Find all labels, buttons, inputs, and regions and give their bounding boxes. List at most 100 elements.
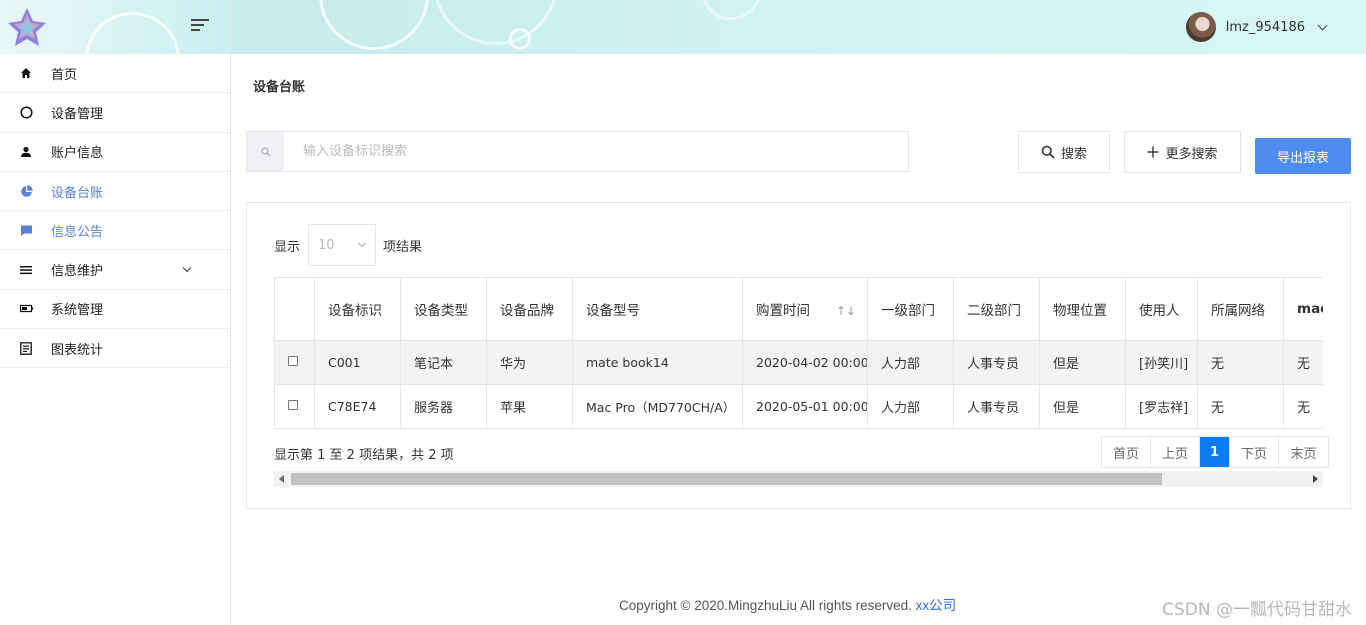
table-cell: 2020-05-01 00:00: [742, 384, 868, 429]
table-cell: 人力部: [867, 384, 954, 429]
column-header[interactable]: 使用人: [1125, 277, 1198, 341]
sidebar-item-label: 账户信息: [51, 146, 104, 162]
pager-next-button[interactable]: 下页: [1230, 437, 1279, 467]
top-header: lmz_954186: [231, 0, 1366, 54]
chevron-down-icon: [182, 264, 192, 273]
row-select-cell: [274, 340, 315, 385]
table-cell: 人事专员: [953, 340, 1040, 385]
circle-icon: [19, 105, 33, 119]
table-cell: 人事专员: [953, 384, 1040, 429]
pagination: 首页 上页 1 下页 末页: [1101, 436, 1329, 468]
avatar[interactable]: [1185, 12, 1216, 42]
search-button-label: 搜索: [1060, 146, 1087, 162]
table-cell: C001: [314, 340, 401, 385]
scroll-right-arrow-icon[interactable]: [1313, 475, 1318, 483]
pager-current-page[interactable]: 1: [1200, 437, 1230, 467]
table-cell: 2020-04-02 00:00: [742, 340, 868, 385]
pager-prev-button[interactable]: 上页: [1151, 437, 1200, 467]
table-row[interactable]: C001 笔记本 华为 mate book14 2020-04-02 00:00…: [274, 340, 1323, 385]
pager-first-button[interactable]: 首页: [1102, 437, 1151, 467]
search-icon: [1041, 145, 1055, 159]
table-cell: 无: [1283, 340, 1323, 385]
device-table: 设备标识 设备类型 设备品牌 设备型号 购置时间 ↑↓ 一级部门 二级部门 物理位…: [274, 277, 1323, 429]
table-cell: C78E74: [314, 384, 401, 429]
column-header[interactable]: 二级部门: [953, 277, 1040, 341]
page-length-control: 显示 10 项结果: [274, 224, 422, 266]
username: lmz_954186: [1225, 19, 1305, 35]
sidebar-item-label: 信息公告: [51, 224, 104, 240]
column-header-purchase-time[interactable]: 购置时间 ↑↓: [742, 277, 868, 341]
sidebar-item-label: 图表统计: [51, 342, 104, 358]
decor-circle: [701, 0, 761, 20]
column-header[interactable]: 物理位置: [1039, 277, 1126, 341]
column-header[interactable]: 设备品牌: [486, 277, 573, 341]
page-length-value: 10: [318, 237, 335, 253]
decor-circle: [319, 0, 429, 50]
page-title: 设备台账: [253, 80, 306, 95]
column-header-select: [274, 277, 315, 341]
sidebar-item-device-ledger[interactable]: 设备台账: [0, 172, 230, 212]
sidebar-item-label: 首页: [51, 67, 78, 83]
search-input[interactable]: [284, 132, 908, 171]
decor-circle: [85, 12, 180, 54]
battery-icon: [19, 302, 33, 316]
scrollbar-thumb[interactable]: [291, 473, 1162, 485]
column-header[interactable]: 设备类型: [400, 277, 487, 341]
pager-last-button[interactable]: 末页: [1279, 437, 1328, 467]
sidebar-item-label: 系统管理: [51, 303, 104, 319]
sidebar-item-home[interactable]: 首页: [0, 54, 230, 94]
sidebar-item-notice[interactable]: 信息公告: [0, 211, 230, 251]
logo-icon[interactable]: [6, 6, 48, 48]
search-button[interactable]: 搜索: [1018, 131, 1110, 173]
column-header[interactable]: 所属网络: [1197, 277, 1284, 341]
table-cell: Mac Pro（MD770CH/A）: [572, 384, 743, 429]
table-cell: [孙笑川]: [1125, 340, 1198, 385]
sidebar-item-info-maintenance[interactable]: 信息维护: [0, 250, 230, 290]
company-link[interactable]: xx公司: [916, 598, 957, 613]
column-header[interactable]: 设备标识: [314, 277, 401, 341]
row-checkbox[interactable]: [288, 400, 298, 410]
table-row[interactable]: C78E74 服务器 苹果 Mac Pro（MD770CH/A） 2020-05…: [274, 384, 1323, 429]
column-header[interactable]: 设备型号: [572, 277, 743, 341]
sidebar-item-label: 设备台账: [51, 185, 104, 201]
more-search-button-label: 更多搜索: [1165, 146, 1218, 162]
sidebar-item-label: 设备管理: [51, 106, 104, 122]
table-cell: 但是: [1039, 340, 1126, 385]
sidebar-item-account-info[interactable]: 账户信息: [0, 133, 230, 172]
table-header-row: 设备标识 设备类型 设备品牌 设备型号 购置时间 ↑↓ 一级部门 二级部门 物理位…: [274, 277, 1323, 341]
length-suffix: 项结果: [383, 239, 423, 255]
sidebar-item-system-management[interactable]: 系统管理: [0, 290, 230, 330]
sidebar-item-device-management[interactable]: 设备管理: [0, 93, 230, 133]
chevron-down-icon: [1317, 20, 1328, 30]
column-header[interactable]: 一级部门: [867, 277, 954, 341]
document-icon: [19, 341, 33, 355]
list-icon: [19, 263, 33, 277]
more-search-button[interactable]: 更多搜索: [1124, 131, 1241, 173]
table-cell: 无: [1197, 384, 1284, 429]
user-menu[interactable]: lmz_954186: [1185, 11, 1328, 43]
table-cell: 人力部: [867, 340, 954, 385]
row-checkbox[interactable]: [288, 356, 298, 366]
sidebar-menu: 首页 设备管理 账户信息 设备台账 信息公告 信息维护 系统管理 图表统计: [0, 54, 230, 369]
sort-arrow-icon[interactable]: ↑↓: [836, 304, 856, 318]
page-length-select[interactable]: 10: [308, 224, 377, 266]
length-prefix: 显示: [274, 239, 301, 255]
menu-toggle-button[interactable]: [191, 19, 209, 33]
export-report-button[interactable]: 导出报表: [1255, 138, 1351, 174]
table-cell: mate book14: [572, 340, 743, 385]
footer: Copyright © 2020.MingzhuLiu All rights r…: [619, 594, 956, 614]
horizontal-scrollbar[interactable]: [274, 471, 1323, 487]
home-icon: [19, 66, 33, 80]
scroll-left-arrow-icon[interactable]: [279, 475, 284, 483]
search-icon: [247, 132, 284, 171]
sidebar-item-chart-stats[interactable]: 图表统计: [0, 329, 230, 369]
sidebar-item-label: 信息维护: [51, 264, 104, 280]
sidebar: 首页 设备管理 账户信息 设备台账 信息公告 信息维护 系统管理 图表统计: [0, 0, 231, 625]
table-cell: 服务器: [400, 384, 487, 429]
chevron-down-icon: [357, 238, 367, 248]
export-button-label: 导出报表: [1276, 150, 1329, 166]
copyright-text: Copyright © 2020.MingzhuLiu All rights r…: [619, 598, 912, 613]
column-header[interactable]: mac: [1283, 277, 1323, 341]
search-box: [246, 131, 909, 172]
table-cell: [罗志祥]: [1125, 384, 1198, 429]
